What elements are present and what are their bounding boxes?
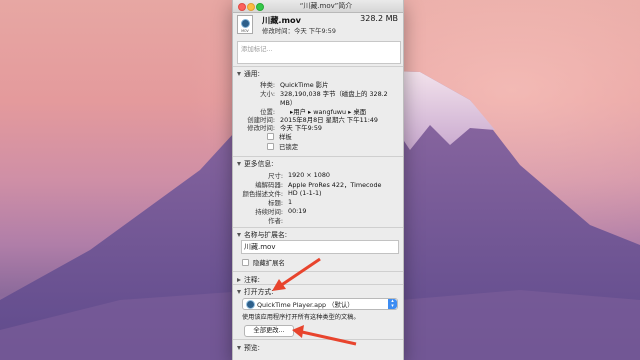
disclosure-open-icon (237, 346, 241, 350)
stationery-label: 样板 (279, 133, 292, 141)
locked-checkbox[interactable] (267, 143, 274, 150)
movie-file-icon: MOV (237, 15, 253, 34)
file-modified: 修改时间：今天 下午9:59 (262, 27, 336, 35)
section-general-header[interactable]: 通用: (237, 68, 260, 78)
section-name-extension-header[interactable]: 名称与扩展名: (237, 229, 287, 239)
duration-label: 持续时间: (255, 208, 283, 216)
quicktime-app-icon (246, 300, 255, 309)
kind-label: 种类: (260, 81, 275, 89)
section-comments-header[interactable]: 注释: (237, 274, 260, 284)
size-label: 大小: (260, 90, 275, 98)
dimensions-value: 1920 × 1080 (288, 171, 330, 179)
disclosure-open-icon (237, 290, 241, 294)
modified-value: 今天 下午9:59 (280, 124, 322, 132)
file-info-window: “川藏.mov”简介 MOV 川藏.mov 328.2 MB 修改时间：今天 下… (232, 0, 404, 360)
dimensions-label: 尺寸: (268, 172, 283, 180)
popup-arrows-icon: ▴ ▾ (388, 299, 397, 309)
window-title: “川藏.mov”简介 (299, 2, 353, 10)
codecs-value: Apple ProRes 422，Timecode (288, 181, 382, 189)
section-name-extension-label: 名称与扩展名: (244, 231, 288, 239)
zoom-button[interactable] (256, 3, 264, 11)
open-with-hint: 使用该应用程序打开所有这种类型的文稿。 (242, 314, 360, 321)
tags-field[interactable]: 添加标记... (237, 41, 401, 64)
title-bar[interactable]: “川藏.mov”简介 (233, 0, 403, 13)
section-general-label: 通用: (244, 70, 260, 78)
section-preview-header[interactable]: 预览: (237, 342, 260, 352)
kind-value: QuickTime 影片 (280, 81, 329, 89)
minimize-button[interactable] (247, 3, 255, 11)
size-value-line1: 328,190,038 字节（磁盘上的 328.2 (280, 90, 388, 98)
stationery-checkbox[interactable] (267, 133, 274, 140)
tags-placeholder: 添加标记... (241, 45, 273, 53)
disclosure-open-icon (237, 162, 241, 166)
color-profile-value: HD (1-1-1) (288, 189, 322, 197)
disclosure-open-icon (237, 72, 241, 76)
author-label: 作者: (268, 217, 283, 225)
locked-label: 已锁定 (279, 143, 299, 151)
disclosure-open-icon (237, 233, 241, 237)
section-open-with-header[interactable]: 打开方式: (237, 286, 273, 296)
open-with-app-value: QuickTime Player.app （默认） (257, 301, 354, 309)
close-button[interactable] (238, 3, 246, 11)
section-more-info-label: 更多信息: (244, 160, 274, 168)
quicktime-icon (241, 19, 250, 28)
annotation-arrow-open-with (272, 257, 321, 291)
disclosure-closed-icon (237, 278, 241, 282)
open-with-app-select[interactable]: QuickTime Player.app （默认） ▴ ▾ (242, 298, 398, 310)
section-preview-label: 预览: (244, 344, 260, 352)
divider (233, 156, 403, 157)
divider (233, 66, 403, 67)
section-more-info-header[interactable]: 更多信息: (237, 158, 273, 168)
size-value-line2: MB） (280, 99, 297, 107)
name-field-value: 川藏.mov (244, 243, 276, 251)
section-comments-label: 注释: (244, 276, 260, 284)
file-icon-extension: MOV (241, 29, 249, 33)
duration-value: 00:19 (288, 207, 307, 215)
title-value: 1 (288, 198, 293, 206)
annotation-arrow-change-all (292, 325, 357, 346)
modified-label: 修改时间: (247, 124, 275, 132)
divider (233, 227, 403, 228)
color-profile-label: 颜色描述文件: (242, 190, 284, 198)
title-label: 标题: (268, 199, 283, 207)
hide-extension-checkbox[interactable] (242, 259, 249, 266)
change-all-button[interactable]: 全部更改... (244, 325, 294, 337)
file-size: 328.2 MB (360, 14, 398, 23)
codecs-label: 编解码器: (255, 181, 283, 189)
name-field[interactable]: 川藏.mov (241, 240, 399, 254)
file-name: 川藏.mov (262, 15, 301, 25)
